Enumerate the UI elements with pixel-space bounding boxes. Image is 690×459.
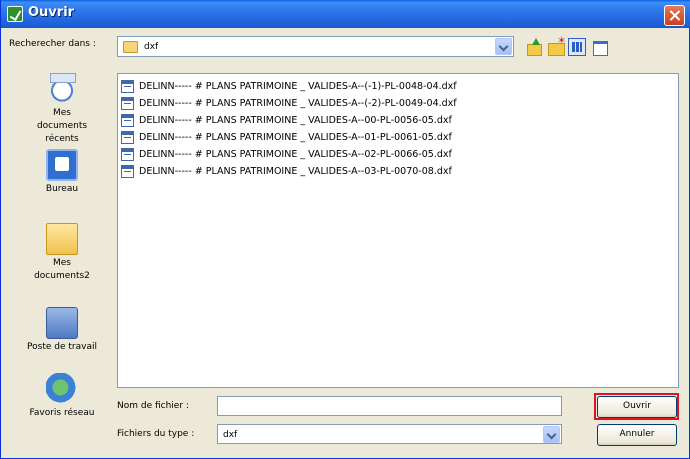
file-name: DELINN----- # PLANS PATRIMOINE _ VALIDES… [139,132,452,143]
chevron-down-icon[interactable] [543,426,560,443]
place-label: documents [36,121,88,131]
place-label: Favoris réseau [29,408,95,418]
chevron-down-icon[interactable] [495,38,512,55]
place-label: Poste de travail [27,342,97,352]
dxf-file-icon [121,80,134,93]
place-item[interactable]: Favoris réseau [9,373,115,420]
cancel-button[interactable]: Annuler [597,424,677,446]
place-label: Mes [53,108,71,118]
close-icon[interactable] [664,5,685,26]
view-menu-icon[interactable] [568,38,586,56]
place-item[interactable]: Bureau [9,149,115,196]
look-in-label: Recherecher dans : [9,39,96,49]
place-item[interactable]: Mes documents2 [9,223,115,283]
place-label: documents2 [34,271,90,281]
open-button[interactable]: Ouvrir [597,396,677,418]
file-name: DELINN----- # PLANS PATRIMOINE _ VALIDES… [139,81,457,92]
new-folder-icon[interactable] [547,34,566,56]
place-label: Bureau [45,184,79,194]
place-item[interactable]: Mes documents récents [9,73,115,146]
file-name: DELINN----- # PLANS PATRIMOINE _ VALIDES… [139,166,452,177]
file-name: DELINN----- # PLANS PATRIMOINE _ VALIDES… [139,98,457,109]
places-bar: Mes documents récents Bureau Mes documents2 Po… [9,73,115,445]
look-in-combo[interactable]: dxf [117,36,514,57]
window-title: Ouvrir [28,5,75,20]
details-view-icon[interactable] [591,38,609,56]
place-label: Mes [53,258,71,268]
filetype-value: dxf [223,430,238,440]
filetype-label: Fichiers du type : [117,429,195,439]
title-bar[interactable]: Ouvrir [1,0,690,28]
dxf-file-icon [121,165,134,178]
file-name: DELINN----- # PLANS PATRIMOINE _ VALIDES… [139,115,452,126]
dxf-file-icon [121,114,134,127]
file-name: DELINN----- # PLANS PATRIMOINE _ VALIDES… [139,149,452,160]
filetype-combo[interactable]: dxf [217,424,562,444]
folder-icon [123,41,138,53]
dxf-file-icon [121,97,134,110]
up-folder-icon[interactable] [525,38,543,56]
app-icon [7,6,23,22]
filename-input[interactable] [217,396,562,416]
recent-documents-icon [46,73,78,105]
filename-label: Nom de fichier : [117,401,189,411]
network-icon [46,373,78,405]
place-item[interactable]: Poste de travail [9,307,115,354]
my-computer-icon [46,307,78,339]
look-in-value: dxf [144,42,159,52]
my-documents-icon [46,223,78,255]
dxf-file-icon [121,148,134,161]
file-list[interactable]: DELINN----- # PLANS PATRIMOINE _ VALIDES… [117,73,679,388]
dxf-file-icon [121,131,134,144]
place-label: récents [45,134,79,144]
open-dialog: Ouvrir Recherecher dans : dxf Mes documen… [0,0,690,459]
desktop-icon [46,149,78,181]
